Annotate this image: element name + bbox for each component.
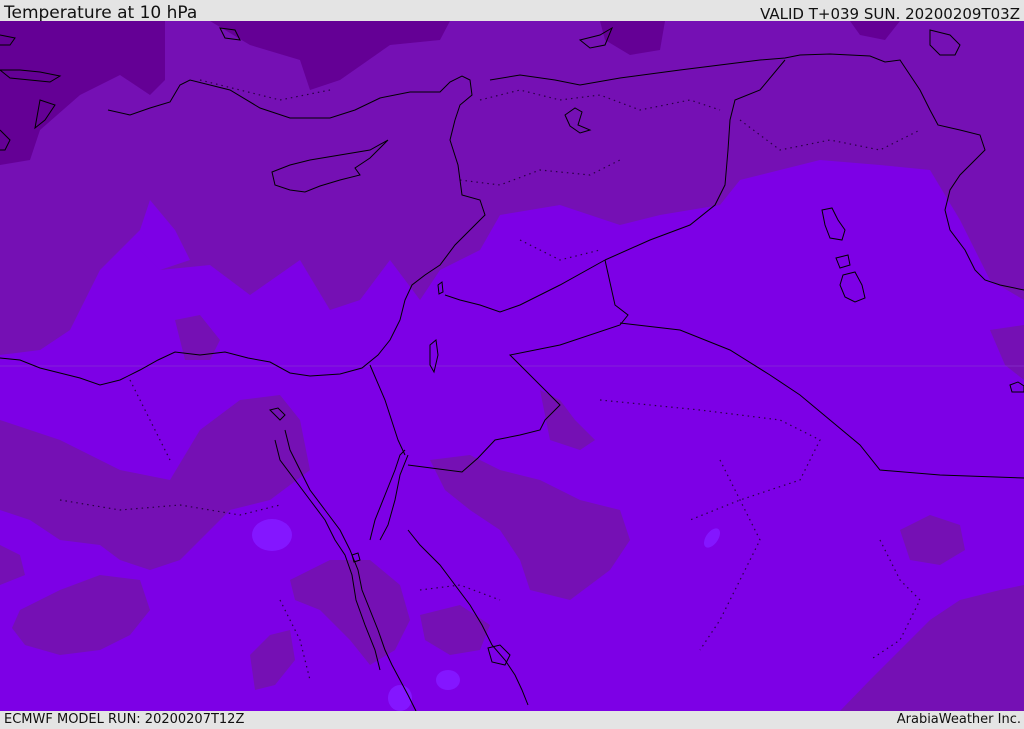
map-frame: Temperature at 10 hPa VALID T+039 SUN. 2… xyxy=(0,0,1024,729)
map-title: Temperature at 10 hPa xyxy=(4,3,198,23)
temperature-map xyxy=(0,21,1024,711)
model-run-label: ECMWF MODEL RUN: 20200207T12Z xyxy=(4,712,245,727)
temperature-spot-bright-3 xyxy=(388,685,412,711)
temperature-spot-bright-1 xyxy=(252,519,292,551)
temperature-spot-bright-2 xyxy=(436,670,460,690)
credit-label: ArabiaWeather Inc. xyxy=(896,712,1021,727)
